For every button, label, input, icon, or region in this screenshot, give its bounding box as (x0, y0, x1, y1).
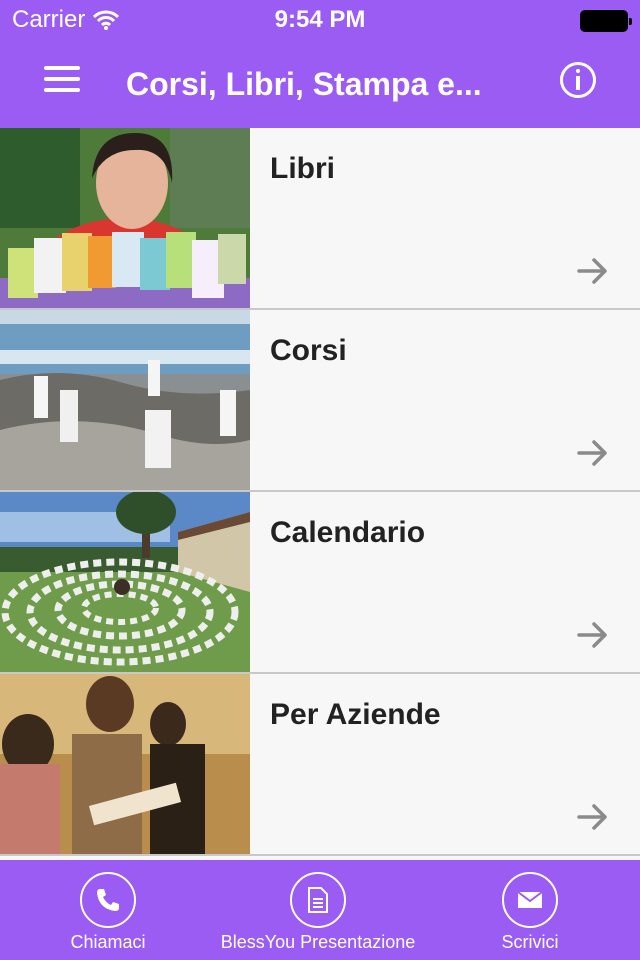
tab-label: Scrivici (501, 932, 559, 952)
phone-icon (80, 872, 136, 928)
document-icon (290, 872, 346, 928)
battery-icon (580, 10, 632, 32)
presentation-button[interactable]: BlessYou Presentazione (200, 860, 436, 960)
thumbnail-image (0, 310, 250, 490)
write-button[interactable]: Scrivici (450, 860, 610, 960)
nav-bar: Corsi, Libri, Stampa e... (0, 40, 640, 128)
arrow-right-icon (577, 622, 607, 648)
clock: 9:54 PM (274, 6, 366, 33)
arrow-right-icon (577, 804, 607, 830)
list-item-title: Corsi (270, 334, 347, 367)
tab-bar: Chiamaci BlessYou Presentazione Scrivici (0, 860, 640, 960)
list-item[interactable]: Per Aziende (0, 674, 640, 856)
list-item[interactable]: Libri (0, 128, 640, 310)
menu-icon[interactable] (44, 66, 80, 96)
page-title: Corsi, Libri, Stampa e... (126, 66, 482, 102)
header: Carrier 9:54 PM Corsi, Libri, Stampa e..… (0, 0, 640, 128)
thumbnail-image (0, 128, 250, 308)
tab-label: BlessYou Presentazione (220, 932, 416, 952)
arrow-right-icon (577, 440, 607, 466)
list-item-title: Libri (270, 152, 335, 185)
thumbnail-image (0, 674, 250, 854)
status-bar: Carrier 9:54 PM (0, 0, 640, 40)
list-item[interactable]: Calendario (0, 492, 640, 674)
list-item[interactable]: Corsi (0, 310, 640, 492)
tab-label: Chiamaci (70, 932, 146, 952)
item-list: Libri Corsi Calendario Per Aziende (0, 128, 640, 856)
thumbnail-image (0, 492, 250, 672)
list-item-title: Calendario (270, 516, 426, 549)
call-button[interactable]: Chiamaci (28, 860, 188, 960)
info-icon[interactable] (560, 62, 596, 98)
list-item-title: Per Aziende (270, 698, 441, 731)
arrow-right-icon (577, 258, 607, 284)
mail-icon (502, 872, 558, 928)
